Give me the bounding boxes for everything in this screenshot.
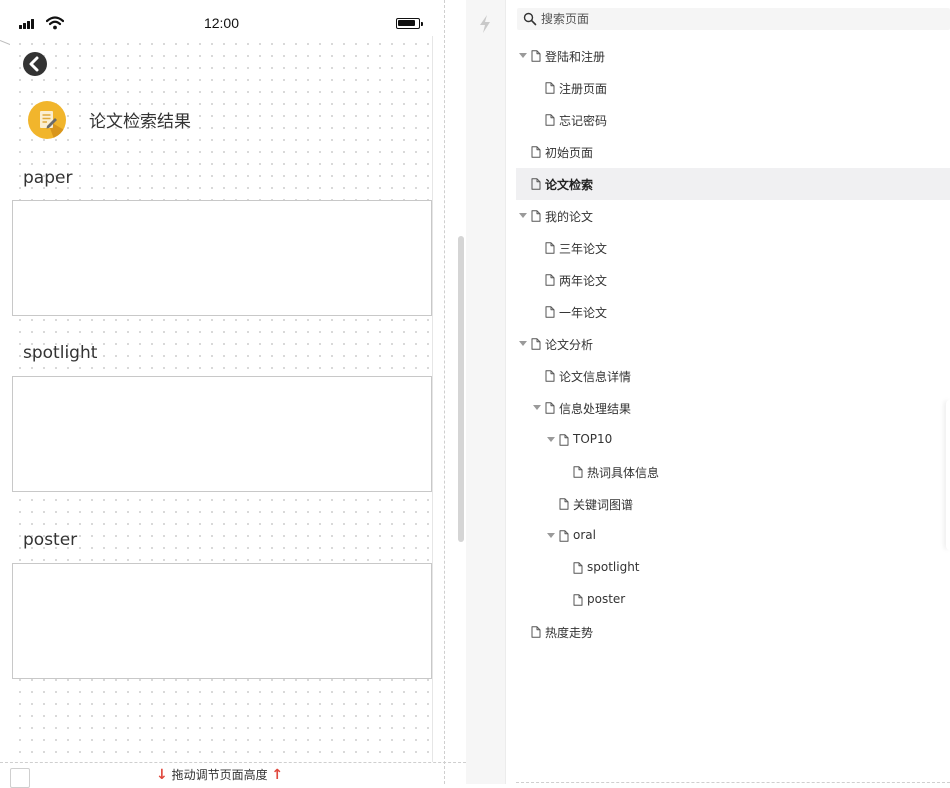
tree-item[interactable]: TOP10 [516,424,950,456]
caret-down-icon[interactable] [547,437,555,442]
tree-item[interactable]: 信息处理结果 [516,392,950,424]
tree-item-label: 登陆和注册 [545,50,606,64]
tree-item[interactable]: 论文检索 [516,168,950,200]
page-title: 论文检索结果 [89,112,191,132]
tree-item-label: 热度走势 [545,626,594,640]
tree-item[interactable]: 忘记密码 [516,104,950,136]
tree-item-label: oral [573,528,596,542]
tree-item[interactable]: 登陆和注册 [516,40,950,72]
page-icon [531,50,541,62]
section-label-poster: poster [23,530,78,550]
tree-item[interactable]: 关键词图谱 [516,488,950,520]
back-button[interactable] [23,52,47,76]
caret-down-icon[interactable] [519,341,527,346]
tree-item-label: poster [587,592,626,606]
tree-item-label: 论文分析 [545,338,594,352]
spotlight-content-box [12,376,432,492]
tree-item-label: 三年论文 [559,242,608,256]
caret-down-icon[interactable] [519,53,527,58]
page-icon [531,338,541,350]
status-bar: 12:00 [10,10,433,36]
tree-item-label: spotlight [587,560,640,574]
search-icon [523,12,537,26]
tree-item[interactable]: 论文信息详情 [516,360,950,392]
tree-item[interactable]: poster [516,584,950,616]
search-bar [517,8,950,30]
caret-down-icon[interactable] [519,213,527,218]
page-icon [545,114,555,126]
tree-item[interactable]: 热词具体信息 [516,456,950,488]
section-label-spotlight: spotlight [23,343,98,363]
page-icon [545,402,555,414]
tree-item-label: 注册页面 [559,82,608,96]
tree-item-label: 信息处理结果 [559,402,632,416]
tree-item[interactable]: 一年论文 [516,296,950,328]
tree-item-label: 忘记密码 [559,114,608,128]
caret-down-icon[interactable] [547,533,555,538]
status-time: 12:00 [203,15,240,31]
page-icon [573,594,583,606]
tree-item[interactable]: oral [516,520,950,552]
tree-item-label: 我的论文 [545,210,594,224]
tree-item[interactable]: 论文分析 [516,328,950,360]
canvas-guide-horizontal [0,762,466,763]
canvas-guide-vertical [444,0,445,784]
tree-item[interactable]: 三年论文 [516,232,950,264]
tree-item[interactable]: 初始页面 [516,136,950,168]
page-icon [573,466,583,478]
drag-height-handle[interactable]: ↓ 拖动调节页面高度 ↑ [156,766,283,783]
tree-item[interactable]: spotlight [516,552,950,584]
tree-item[interactable]: 两年论文 [516,264,950,296]
drag-hint-label: 拖动调节页面高度 [171,768,268,782]
page-icon [545,82,555,94]
tree-item-label: 论文信息详情 [559,370,632,384]
page-icon [545,306,555,318]
page-icon [531,210,541,222]
section-label-paper: paper [23,168,73,188]
tree-item-label: 论文检索 [545,178,594,192]
battery-icon [396,18,423,29]
paper-content-box [12,200,432,316]
poster-content-box [12,563,432,679]
page-icon [559,530,569,542]
tree-item-label: 两年论文 [559,274,608,288]
tree-scroll-indicator [946,400,950,550]
arrow-down-icon: ↓ [156,767,168,783]
tree-item-label: 初始页面 [545,146,594,160]
lightning-icon[interactable] [477,14,493,34]
tree-item-label: 热词具体信息 [587,466,660,480]
panel-splitter [466,0,506,784]
page-icon [531,626,541,638]
page-icon [559,434,569,446]
phone-frame: 12:00 论文检索结果 paper spotlight poster [10,10,433,762]
page-icon [531,146,541,158]
caret-down-icon[interactable] [533,405,541,410]
tree-item-label: 关键词图谱 [573,498,634,512]
tree-guide-horizontal [516,782,950,783]
tree-item[interactable]: 我的论文 [516,200,950,232]
arrow-up-icon: ↑ [271,767,284,783]
document-edit-icon [28,101,66,139]
tree-item-label: 一年论文 [559,306,608,320]
page-icon [531,178,541,190]
tree-item[interactable]: 注册页面 [516,72,950,104]
tree-item-label: TOP10 [573,432,613,446]
page-icon [559,498,569,510]
page-icon [545,370,555,382]
canvas-scrollbar[interactable] [458,236,464,542]
page-tree-panel: 登陆和注册注册页面忘记密码初始页面论文检索我的论文三年论文两年论文一年论文论文分… [507,0,950,784]
tree-item[interactable]: 热度走势 [516,616,950,648]
search-input[interactable] [539,8,939,30]
page-icon [545,242,555,254]
bottom-checkbox[interactable] [10,768,30,788]
page-icon [545,274,555,286]
page-icon [573,562,583,574]
chevron-left-icon [29,56,39,72]
design-canvas: 12:00 论文检索结果 paper spotlight poster ↓ 拖动… [0,0,466,788]
